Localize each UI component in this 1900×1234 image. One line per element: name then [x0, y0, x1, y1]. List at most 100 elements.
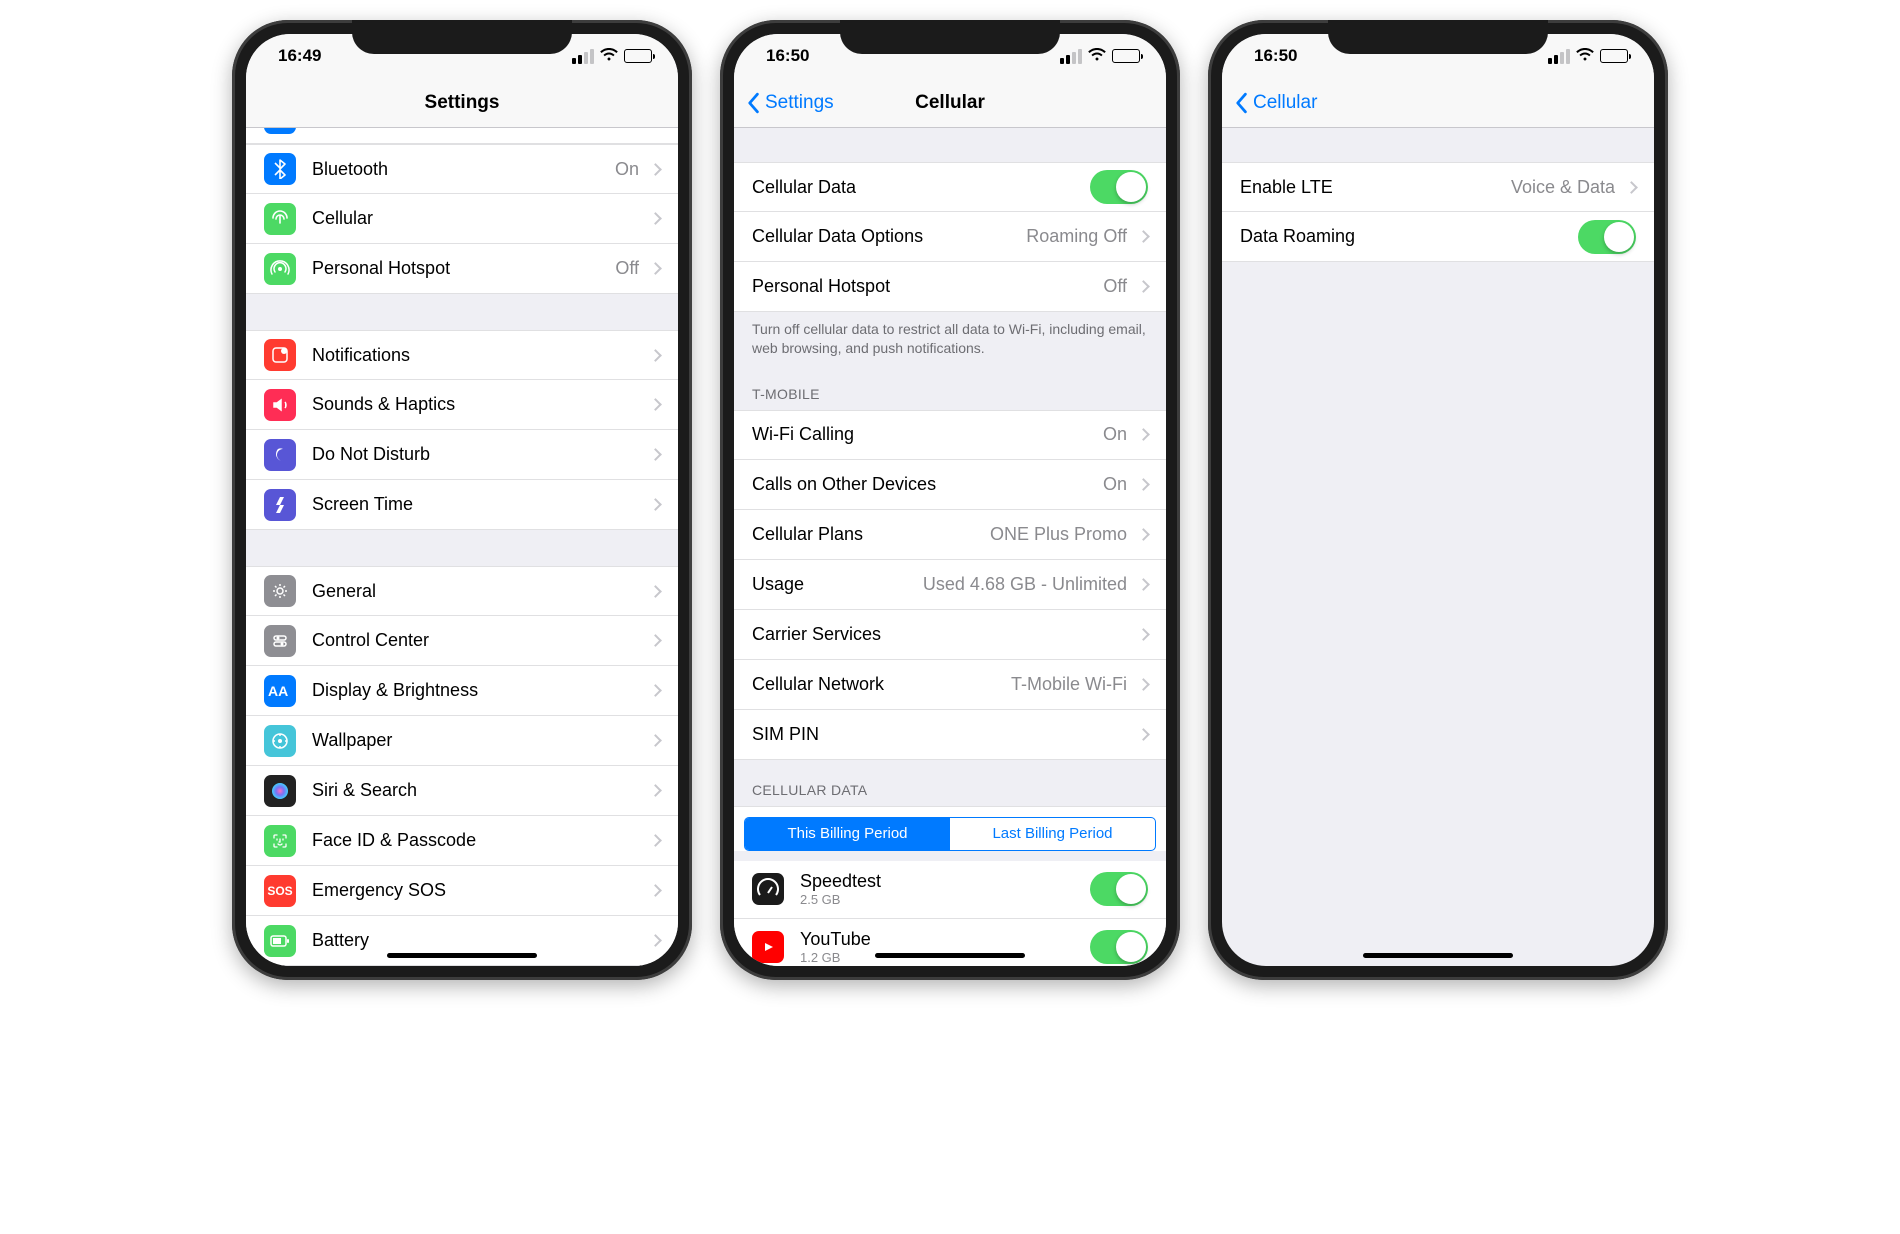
row-cellular-data-options[interactable]: Cellular Data OptionsRoaming Off: [734, 212, 1166, 262]
cell-label: Cellular Network: [752, 674, 1011, 695]
chevron-right-icon: [649, 734, 662, 747]
toggle[interactable]: [1578, 220, 1636, 254]
toggle[interactable]: [1090, 930, 1148, 964]
chevron-right-icon: [649, 834, 662, 847]
svg-text:AA: AA: [268, 683, 288, 699]
chevron-right-icon: [649, 398, 662, 411]
control-icon: [264, 625, 296, 657]
bluetooth-icon: [264, 153, 296, 185]
settings-row-emergency-sos[interactable]: SOSEmergency SOS: [246, 866, 678, 916]
group-header-tmobile: T-MOBILE: [734, 364, 1166, 410]
row-enable-lte[interactable]: Enable LTEVoice & Data: [1222, 162, 1654, 212]
settings-row-control-center[interactable]: Control Center: [246, 616, 678, 666]
row-cellular-plans[interactable]: Cellular PlansONE Plus Promo: [734, 510, 1166, 560]
chevron-left-icon: [1234, 92, 1248, 114]
cell-value: On: [1103, 474, 1127, 495]
cell-value: T-Mobile Wi-Fi: [1011, 674, 1127, 695]
cell-label: SIM PIN: [752, 724, 1127, 745]
general-icon: [264, 575, 296, 607]
app-row-youtube[interactable]: YouTube1.2 GB: [734, 919, 1166, 966]
cell-label: Cellular Plans: [752, 524, 990, 545]
chevron-right-icon: [1137, 230, 1150, 243]
battery-icon: [1112, 49, 1140, 63]
notch: [840, 20, 1060, 54]
toggle[interactable]: [1090, 872, 1148, 906]
phone-lte: 16:50 Cellular Enable LTEVoice & DataDat…: [1208, 20, 1668, 980]
cell-label: Wallpaper: [312, 730, 639, 751]
nav-back-button[interactable]: Cellular: [1234, 92, 1317, 114]
seg-this-billing[interactable]: This Billing Period: [745, 818, 950, 850]
partial-row: [246, 128, 678, 144]
chevron-right-icon: [1137, 428, 1150, 441]
cell-value: ONE Plus Promo: [990, 524, 1127, 545]
notifications-icon: [264, 339, 296, 371]
cell-label: Cellular Data: [752, 177, 1090, 198]
cell-value: Off: [1103, 276, 1127, 297]
toggle[interactable]: [1090, 170, 1148, 204]
app-icon: [752, 931, 784, 963]
chevron-right-icon: [649, 163, 662, 176]
nav-back-label: Settings: [765, 92, 834, 114]
seg-last-billing[interactable]: Last Billing Period: [950, 818, 1155, 850]
nav-title: Settings: [246, 92, 678, 114]
cell-label: Face ID & Passcode: [312, 830, 639, 851]
cell-label: Personal Hotspot: [312, 258, 615, 279]
settings-row-sounds-haptics[interactable]: Sounds & Haptics: [246, 380, 678, 430]
chevron-right-icon: [649, 585, 662, 598]
settings-row-cellular[interactable]: Cellular: [246, 194, 678, 244]
nav-back-button[interactable]: Settings: [746, 92, 834, 114]
settings-row-general[interactable]: General: [246, 566, 678, 616]
wifi-icon: [600, 48, 618, 65]
home-indicator[interactable]: [1363, 953, 1513, 958]
cell-label: Control Center: [312, 630, 639, 651]
battery-icon: [264, 925, 296, 957]
row-cellular-data[interactable]: Cellular Data: [734, 162, 1166, 212]
siri-icon: [264, 775, 296, 807]
faceid-icon: [264, 825, 296, 857]
settings-row-do-not-disturb[interactable]: Do Not Disturb: [246, 430, 678, 480]
row-usage[interactable]: UsageUsed 4.68 GB - Unlimited: [734, 560, 1166, 610]
chevron-right-icon: [1625, 181, 1638, 194]
cell-label: Do Not Disturb: [312, 444, 639, 465]
row-wi-fi-calling[interactable]: Wi-Fi CallingOn: [734, 410, 1166, 460]
chevron-right-icon: [649, 634, 662, 647]
chevron-right-icon: [649, 784, 662, 797]
row-personal-hotspot[interactable]: Personal HotspotOff: [734, 262, 1166, 312]
chevron-right-icon: [649, 684, 662, 697]
phone-cellular: 16:50 Settings Cellular Cellular DataCel…: [720, 20, 1180, 980]
settings-row-notifications[interactable]: Notifications: [246, 330, 678, 380]
app-row-speedtest[interactable]: Speedtest2.5 GB: [734, 861, 1166, 919]
row-data-roaming[interactable]: Data Roaming: [1222, 212, 1654, 262]
settings-row-wallpaper[interactable]: Wallpaper: [246, 716, 678, 766]
home-indicator[interactable]: [875, 953, 1025, 958]
row-cellular-network[interactable]: Cellular NetworkT-Mobile Wi-Fi: [734, 660, 1166, 710]
settings-row-bluetooth[interactable]: BluetoothOn: [246, 144, 678, 194]
chevron-right-icon: [649, 934, 662, 947]
billing-period-segmented[interactable]: This Billing PeriodLast Billing Period: [744, 817, 1156, 851]
cell-label: Personal Hotspot: [752, 276, 1103, 297]
settings-row-screen-time[interactable]: Screen Time: [246, 480, 678, 530]
notch: [352, 20, 572, 54]
signal-icon: [572, 49, 594, 64]
wifi-icon: [1576, 48, 1594, 65]
settings-row-display-brightness[interactable]: AADisplay & Brightness: [246, 666, 678, 716]
chevron-right-icon: [649, 884, 662, 897]
status-time: 16:50: [766, 46, 809, 66]
chevron-right-icon: [649, 498, 662, 511]
row-calls-on-other-devices[interactable]: Calls on Other DevicesOn: [734, 460, 1166, 510]
row-sim-pin[interactable]: SIM PIN: [734, 710, 1166, 760]
battery-icon: [624, 49, 652, 63]
settings-row-personal-hotspot[interactable]: Personal HotspotOff: [246, 244, 678, 294]
cell-label: Bluetooth: [312, 159, 615, 180]
settings-row-siri-search[interactable]: Siri & Search: [246, 766, 678, 816]
settings-row-face-id-passcode[interactable]: Face ID & Passcode: [246, 816, 678, 866]
cell-label: Notifications: [312, 345, 639, 366]
cell-label: Wi-Fi Calling: [752, 424, 1103, 445]
home-indicator[interactable]: [387, 953, 537, 958]
settings-row-battery[interactable]: Battery: [246, 916, 678, 966]
cell-label: Cellular Data Options: [752, 226, 1026, 247]
row-carrier-services[interactable]: Carrier Services: [734, 610, 1166, 660]
cell-label: Cellular: [312, 208, 639, 229]
cell-label: Usage: [752, 574, 923, 595]
display-icon: AA: [264, 675, 296, 707]
